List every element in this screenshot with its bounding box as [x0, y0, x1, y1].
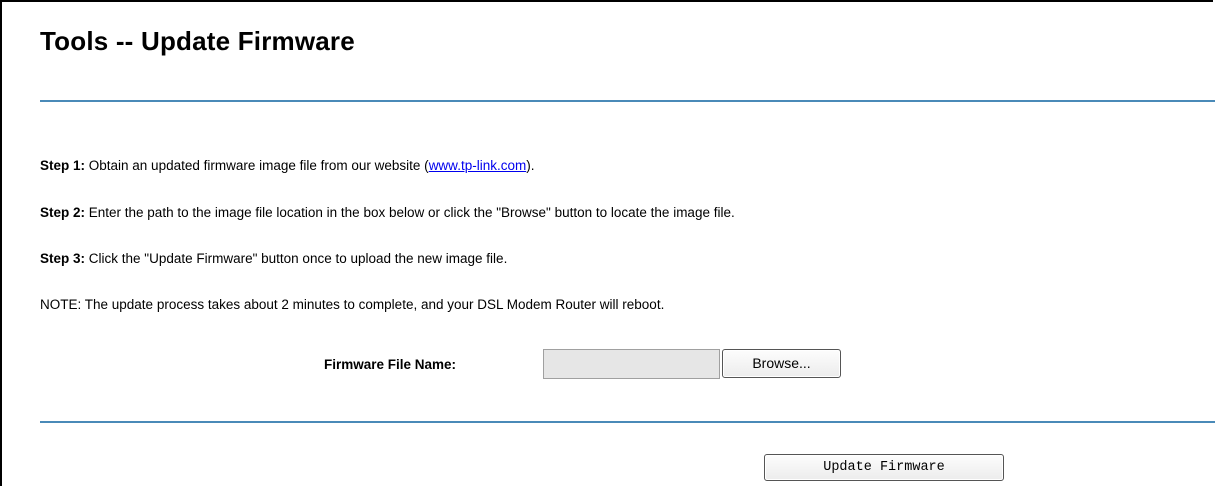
bottom-divider	[40, 421, 1215, 423]
update-firmware-button[interactable]: Update Firmware	[764, 454, 1004, 481]
step-3-label: Step 3:	[40, 251, 86, 266]
browse-button[interactable]: Browse...	[722, 349, 841, 378]
step-2: Step 2: Enter the path to the image file…	[40, 205, 735, 220]
tp-link-website-link[interactable]: www.tp-link.com	[429, 158, 527, 173]
step-2-text: Enter the path to the image file locatio…	[85, 205, 735, 220]
top-divider	[40, 100, 1215, 102]
firmware-file-input[interactable]	[543, 349, 720, 379]
page-title: Tools -- Update Firmware	[40, 26, 355, 56]
step-3: Step 3: Click the "Update Firmware" butt…	[40, 251, 507, 266]
firmware-file-name-label: Firmware File Name:	[324, 357, 457, 372]
update-note: NOTE: The update process takes about 2 m…	[40, 297, 665, 312]
step-1: Step 1: Obtain an updated firmware image…	[40, 158, 534, 173]
step-1-label: Step 1:	[40, 158, 86, 173]
step-1-text: Obtain an updated firmware image file fr…	[85, 158, 429, 173]
step-2-label: Step 2:	[40, 205, 86, 220]
step-3-text: Click the "Update Firmware" button once …	[85, 251, 508, 266]
step-1-text-end: ).	[526, 158, 535, 173]
page-frame	[0, 0, 1213, 486]
